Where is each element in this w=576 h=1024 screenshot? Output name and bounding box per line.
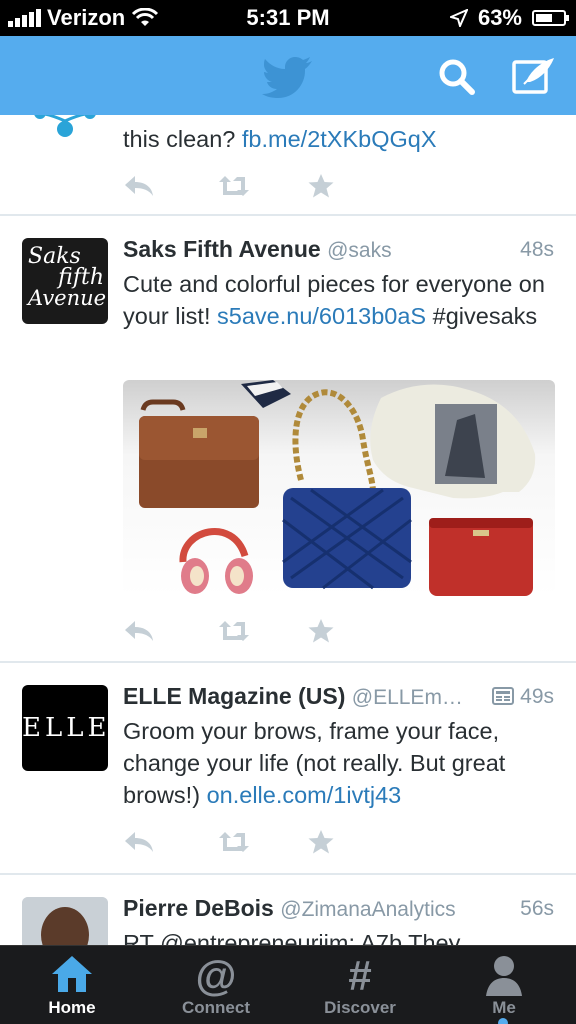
tab-label: Home [48,998,96,1017]
tweet-text: Groom your brows, frame your face, chang… [123,718,506,808]
avatar[interactable]: ELLE [22,685,108,771]
tweet-time-group: 49s [492,685,554,709]
compose-icon[interactable] [512,56,558,94]
favorite-button[interactable] [307,827,399,857]
avatar-logo-line: fifth [58,265,104,290]
tweet-header: ELLE Magazine (US) @ELLEm… 49s [123,683,554,713]
timeline[interactable]: this clean? fb.me/2tXKbQGqX Saks fifth A… [0,115,576,945]
star-icon [308,174,334,198]
tweet-time: 48s [520,238,554,261]
vine-logo-icon [34,115,96,137]
user-name[interactable]: Saks Fifth Avenue [123,236,321,262]
tweet[interactable]: Saks fifth Avenue Saks Fifth Avenue @sak… [0,216,576,663]
tab-label: Discover [324,998,396,1017]
retweet-button[interactable] [215,827,307,857]
tweet-media-image[interactable] [123,380,555,596]
hash-icon: # [348,952,372,999]
tab-connect[interactable]: @ Connect [144,946,288,1024]
tweet[interactable]: this clean? fb.me/2tXKbQGqX [0,115,576,216]
search-icon[interactable] [438,58,476,96]
tweet[interactable]: Pierre DeBois @ZimanaAnalytics 56s RT @e… [0,875,576,945]
retweet-icon [219,832,249,852]
reply-icon [125,621,153,641]
retweet-button[interactable] [215,171,307,201]
location-arrow-icon [449,9,468,27]
reply-button[interactable] [123,616,215,646]
tweet-actions [123,616,399,646]
tweet-link[interactable]: fb.me/2tXKbQGqX [242,126,437,152]
tweet-actions [123,171,399,201]
tweet-text: RT @entrepreneurjim: A7b They [123,930,461,945]
tweet[interactable]: ELLE ELLE Magazine (US) @ELLEm… 49s Groo… [0,663,576,875]
reply-button[interactable] [123,171,215,201]
avatar-logo-text: ELLE [22,713,108,743]
tab-label: Me [492,998,516,1017]
user-handle[interactable]: @ZimanaAnalytics [280,898,455,921]
tweet-actions [123,827,399,857]
top-navigation-bar [0,36,576,115]
new-content-indicator [498,1018,508,1024]
star-icon [308,619,334,643]
retweet-icon [219,621,249,641]
avatar-logo-line: Avenue [28,286,107,310]
tweet-time: 56s [520,897,554,920]
reply-icon [125,176,153,196]
reply-button[interactable] [123,827,215,857]
tweet-time: 49s [520,685,554,708]
status-right-group: 63% [449,5,569,31]
avatar[interactable]: Saks fifth Avenue [22,238,108,324]
retweet-button[interactable] [215,616,307,646]
tweet-text: this clean? fb.me/2tXKbQGqX [123,126,437,152]
at-icon: @ [195,952,237,999]
reply-icon [125,832,153,852]
home-icon [52,956,92,992]
status-bar: Verizon 5:31 PM 63% [0,0,576,36]
person-icon [486,956,522,996]
battery-percent: 63% [477,5,522,30]
favorite-button[interactable] [307,616,399,646]
tab-home[interactable]: Home [0,946,144,1024]
retweet-icon [219,176,249,196]
avatar[interactable] [22,897,108,945]
tweet-link[interactable]: on.elle.com/1ivtj43 [207,782,402,808]
favorite-button[interactable] [307,171,399,201]
avatar-logo-line: Saks [28,244,81,269]
tab-me[interactable]: Me [432,946,576,1024]
star-icon [308,830,334,854]
bottom-tab-bar: Home @ Connect # Discover Me [0,945,576,1024]
user-handle[interactable]: @saks [327,239,392,262]
tweet-link[interactable]: s5ave.nu/6013b0aS [217,303,426,329]
twitter-bird-icon [262,57,312,98]
user-name[interactable]: Pierre DeBois [123,895,274,921]
user-name[interactable]: ELLE Magazine (US) [123,683,345,709]
user-handle[interactable]: @ELLEm… [352,686,463,709]
tweet-text: Cute and colorful pieces for everyone on… [123,271,545,329]
tweet-header: Pierre DeBois @ZimanaAnalytics 56s [123,895,554,925]
tab-discover[interactable]: # Discover [288,946,432,1024]
summary-card-icon [492,687,515,705]
battery-icon [532,10,569,26]
tweet-header: Saks Fifth Avenue @saks 48s [123,236,554,266]
avatar-photo [22,897,108,945]
tab-label: Connect [182,998,250,1017]
